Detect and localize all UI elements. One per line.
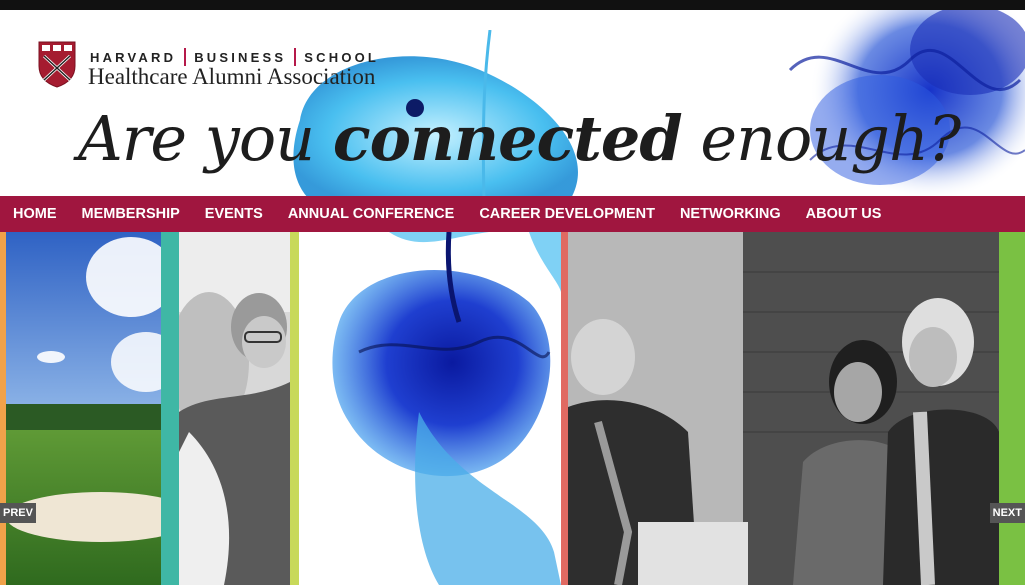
tagline-start: Are you — [78, 102, 333, 175]
golf-course-image — [6, 232, 161, 585]
ink-art-image — [299, 232, 561, 585]
nav-membership[interactable]: MEMBERSHIP — [82, 206, 180, 222]
nav-networking[interactable]: NETWORKING — [680, 206, 781, 222]
next-button[interactable]: NEXT — [989, 503, 1025, 523]
nav-home[interactable]: HOME — [13, 206, 57, 222]
prev-button[interactable]: PREV — [0, 503, 36, 523]
hbs-shield-logo — [38, 41, 76, 88]
tagline-end: enough? — [681, 102, 961, 175]
wordmark-harvard: HARVARD — [90, 49, 177, 65]
nav-annual-conference[interactable]: ANNUAL CONFERENCE — [288, 206, 455, 222]
networking-event-image — [568, 232, 999, 585]
slide-golf-course[interactable] — [6, 232, 161, 585]
top-bar — [0, 0, 1025, 10]
accent-strip-green — [999, 232, 1025, 585]
accent-strip-coral — [561, 232, 568, 585]
tagline-bold: connected — [332, 102, 683, 175]
tagline: Are you connected enough? — [78, 102, 961, 175]
accent-strip-lime — [290, 232, 299, 585]
slide-networking-event[interactable] — [568, 232, 999, 585]
association-name: Healthcare Alumni Association — [88, 64, 376, 89]
nav-about-us[interactable]: ABOUT US — [806, 206, 882, 222]
main-nav: HOME MEMBERSHIP EVENTS ANNUAL CONFERENCE… — [0, 196, 1025, 232]
nav-career-development[interactable]: CAREER DEVELOPMENT — [479, 206, 655, 222]
slideshow: PREV NEXT — [0, 232, 1025, 585]
wordmark-business: BUSINESS — [194, 49, 287, 65]
site-header: HARVARD BUSINESS SCHOOL Healthcare Alumn… — [0, 10, 1025, 196]
nav-events[interactable]: EVENTS — [205, 206, 263, 222]
alumni-hug-image — [179, 232, 290, 585]
wordmark-school: SCHOOL — [304, 49, 380, 65]
slide-ink-art[interactable] — [299, 232, 561, 585]
slide-alumni-hug[interactable] — [179, 232, 290, 585]
accent-strip-teal — [161, 232, 179, 585]
